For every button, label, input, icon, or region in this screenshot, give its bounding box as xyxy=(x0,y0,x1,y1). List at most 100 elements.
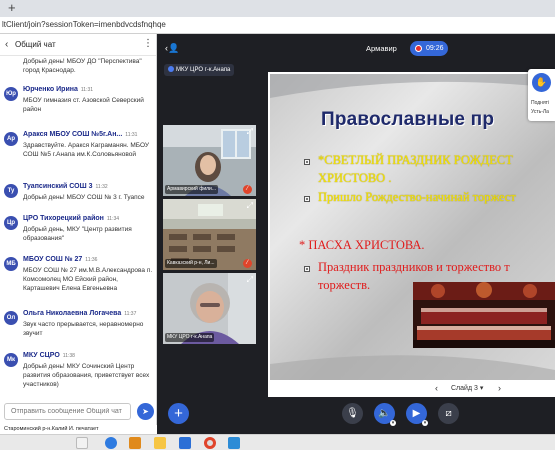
speaker-icon: 🔈 xyxy=(378,408,391,419)
message-time: 11:31 xyxy=(80,87,94,93)
windows-taskbar xyxy=(0,434,555,450)
address-bar[interactable]: ltClient/join?sessionToken=imenbdvcdsfnq… xyxy=(0,17,555,34)
avatar: Ту xyxy=(4,184,18,198)
tile-label: Кавказский р-н, Ли... xyxy=(165,259,217,268)
message-author: ЦРО Тихорецкий район 11:34 xyxy=(23,215,119,222)
mute-mic-button[interactable]: 🎙 xyxy=(342,403,363,424)
mic-muted-icon: ⁄ xyxy=(243,259,252,268)
camera-options-caret-icon[interactable]: ▾ xyxy=(422,420,428,426)
slide-number-text: Слайд 3 xyxy=(451,385,478,392)
tile-label: Армавирский фили... xyxy=(165,185,219,194)
recording-indicator: 09:26 xyxy=(410,41,448,56)
raise-hand-user: Усть-Ла xyxy=(531,109,549,115)
hand-icon: ✋ xyxy=(535,77,548,87)
avatar: Ол xyxy=(4,311,18,325)
back-chevron-icon[interactable]: ‹ xyxy=(5,39,8,50)
new-tab-button[interactable]: + xyxy=(8,1,16,15)
file-explorer-icon[interactable] xyxy=(154,437,166,449)
recording-time: 09:26 xyxy=(426,45,444,52)
tile-label: МКУ ЦРО г-к.Анапа xyxy=(165,333,215,342)
participants-icon[interactable]: ‹👤 xyxy=(165,43,179,54)
author-name: Юрченко Ирина xyxy=(23,86,78,93)
more-options-icon[interactable]: ⋮ xyxy=(143,38,153,49)
expand-icon[interactable]: ⤢ xyxy=(247,127,253,137)
expand-icon[interactable]: ⤢ xyxy=(247,275,253,285)
chrome-icon[interactable] xyxy=(204,437,216,449)
message-text: Звук часто прерывается, неравномерно зву… xyxy=(23,321,144,337)
avatar: Юр xyxy=(4,87,18,101)
send-icon: ➤ xyxy=(142,407,149,416)
mail-icon[interactable] xyxy=(179,437,191,449)
next-slide-icon[interactable]: › xyxy=(498,383,501,393)
edge-icon[interactable] xyxy=(105,437,117,449)
previous-slide-icon[interactable]: ‹ xyxy=(435,383,438,393)
avatar: Цр xyxy=(4,216,18,230)
author-name: ЦРО Тихорецкий район xyxy=(23,215,104,222)
video-tile[interactable]: ⤢ МКУ ЦРО г-к.Анапа xyxy=(163,273,256,344)
office-icon[interactable] xyxy=(129,437,141,449)
bullet-icon xyxy=(304,159,310,165)
add-action-button[interactable]: + xyxy=(168,403,189,424)
avatar: Ар xyxy=(4,132,18,146)
bullet-icon xyxy=(304,196,310,202)
plus-icon: + xyxy=(174,405,183,422)
message-time: 11:37 xyxy=(124,311,137,317)
raise-hand-panel: ✋ Подняті Усть-Ла xyxy=(528,69,555,121)
author-name: Туапсинский СОШ 3 xyxy=(23,183,93,190)
message-text: МБОУ гимназия ст. Азовской Северский рай… xyxy=(23,97,144,113)
mic-off-icon: 🎙 xyxy=(346,408,359,419)
audio-options-caret-icon[interactable]: ▾ xyxy=(390,420,396,426)
record-dot-icon xyxy=(415,45,422,52)
message-author: Туапсинский СОШ 3 11:32 xyxy=(23,183,108,190)
chat-panel: ‹ Общий чат ⋮ Добрый день! МБОУ ДО "Перс… xyxy=(0,34,157,425)
chat-header: ‹ Общий чат ⋮ xyxy=(0,34,156,56)
message-time: 11:34 xyxy=(106,216,120,222)
author-name: Ольга Николаевна Логачева xyxy=(23,310,122,317)
message-author: Юрченко Ирина 11:31 xyxy=(23,86,93,93)
presenter-dot-icon xyxy=(168,66,174,72)
expand-icon[interactable]: ⤢ xyxy=(247,201,253,211)
slide-line: Пришло Рождество-начинай торжест xyxy=(318,190,516,204)
chat-title: Общий чат xyxy=(15,40,56,49)
app-icon[interactable] xyxy=(228,437,240,449)
browser-tab-strip: + xyxy=(0,0,555,17)
choir-photo-image xyxy=(413,282,555,348)
slide-line: ХРИСТОВО . xyxy=(318,171,392,185)
presentation-slide: Православные пр *СВЕТЛЫЙ ПРАЗДНИК РОЖДЕС… xyxy=(270,74,555,380)
share-screen-button[interactable]: ⧄ xyxy=(438,403,459,424)
presenter-badge: МКУ ЦРО г-к.Анапа xyxy=(164,64,235,76)
video-tile[interactable]: ⤢ Кавказский р-н, Ли... ⁄ xyxy=(163,199,256,270)
message-text: Добрый день! МБОУ ДО "Перспектива" город… xyxy=(23,58,142,74)
message-list[interactable]: Добрый день! МБОУ ДО "Перспектива" город… xyxy=(0,56,156,398)
author-name: Аракся МБОУ СОШ №5г.Ан... xyxy=(23,131,123,138)
meeting-area: ‹👤 Армавир 09:26 МКУ ЦРО г-к.Анапа ⤢ Арм… xyxy=(157,34,555,426)
screen-share-off-icon: ⧄ xyxy=(445,408,452,419)
message-author: МКУ СЦРО 11:38 xyxy=(23,352,75,359)
mic-muted-icon: ⁄ xyxy=(243,185,252,194)
message-text: МБОУ СОШ № 27 им.М.В.Александрова п. Ком… xyxy=(23,267,153,292)
message-time: 11:38 xyxy=(62,353,75,359)
send-button[interactable]: ➤ xyxy=(137,403,154,420)
address-bar-url: ltClient/join?sessionToken=imenbdvcdsfnq… xyxy=(2,20,166,29)
message-author: МБОУ СОШ № 27 11:36 xyxy=(23,256,97,263)
presentation-area: Православные пр *СВЕТЛЫЙ ПРАЗДНИК РОЖДЕС… xyxy=(268,72,555,397)
task-view-icon[interactable] xyxy=(76,437,88,449)
presenter-name: МКУ ЦРО г-к.Анапа xyxy=(176,67,231,73)
camera-icon: ▶ xyxy=(412,408,421,419)
slide-line: торжеств. xyxy=(318,278,371,292)
message-text: Добрый день! МКУ Сочинский Центр развити… xyxy=(23,363,150,388)
message-author: Ольга Николаевна Логачева 11:37 xyxy=(23,310,136,317)
chat-message-input[interactable] xyxy=(4,403,131,420)
slide-number: Слайд 3 ▾ xyxy=(451,385,484,392)
raise-hand-label: Подняті xyxy=(531,100,550,106)
video-tile[interactable]: ⤢ Армавирский фили... ⁄ xyxy=(163,125,256,196)
raise-hand-button[interactable]: ✋ xyxy=(532,73,551,92)
slide-title: Православные пр xyxy=(321,109,495,130)
typing-indicator: Староминский р-н.Калий И. печатает xyxy=(0,425,157,434)
avatar: Мк xyxy=(4,353,18,367)
message-time: 11:32 xyxy=(95,184,108,190)
slide-line: * ПАСХА ХРИСТОВА. xyxy=(299,238,425,252)
bullet-icon xyxy=(304,266,310,272)
slide-line: *СВЕТЛЫЙ ПРАЗДНИК РОЖДЕСТ xyxy=(318,153,513,167)
message-time: 11:31 xyxy=(125,132,138,138)
